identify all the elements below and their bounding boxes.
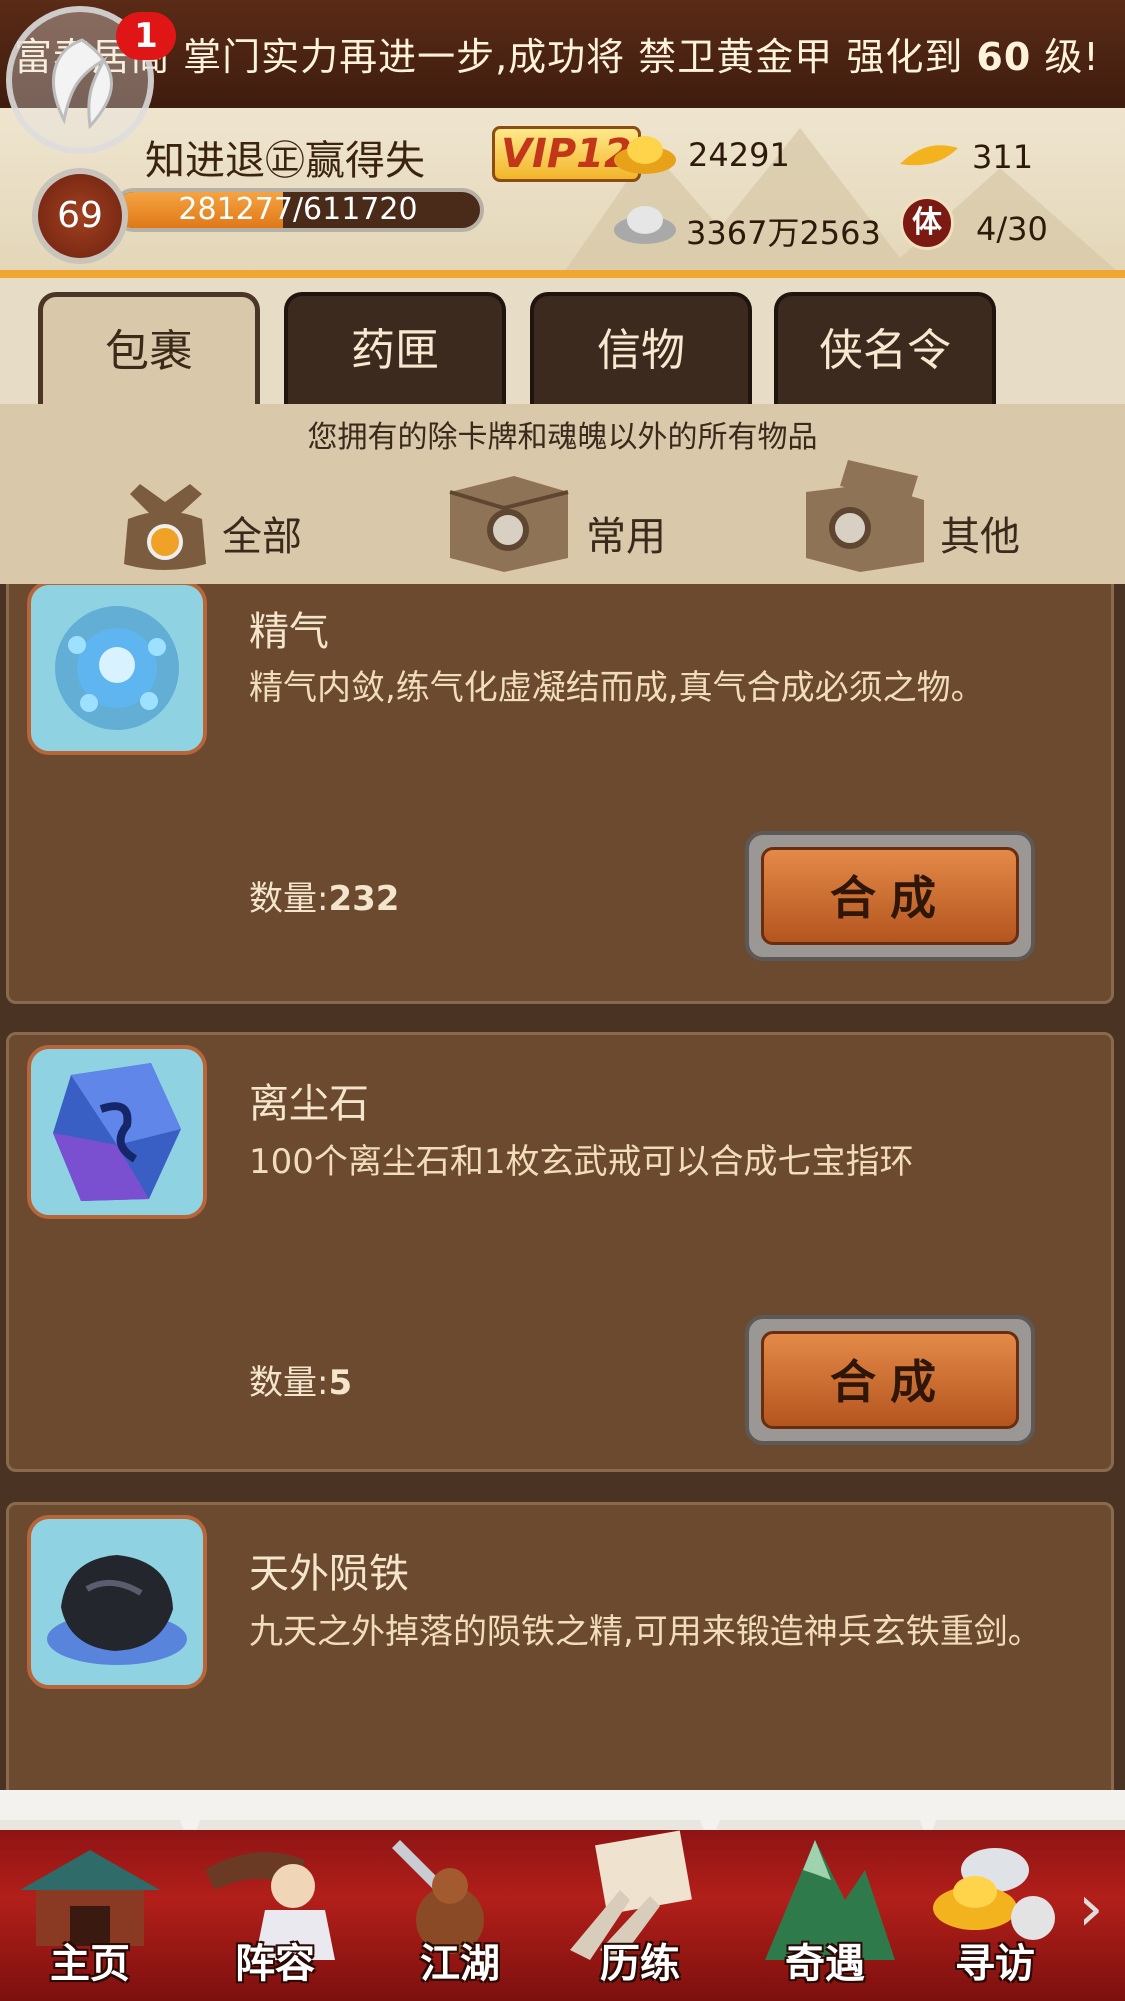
exp-bar: 281277/611720	[112, 188, 484, 232]
nav-more-arrow-icon[interactable]: ›	[1078, 1872, 1104, 1946]
announcement-banner: 富春居阁 掌门实力再进一步,成功将 禁卫黄金甲 强化到 60 级!	[0, 0, 1125, 114]
item-description: 100个离尘石和1枚玄武戒可以合成七宝指环	[249, 1142, 914, 1182]
filter-other[interactable]: 其他	[800, 460, 1040, 574]
item-description: 精气内敛,练气化虚凝结而成,真气合成必须之物。	[249, 668, 985, 708]
item-quantity: 数量:232	[249, 871, 399, 920]
essence-orb-icon	[55, 606, 179, 730]
filter-all-label: 全部	[222, 514, 302, 560]
gold-ingot-icon	[614, 136, 676, 174]
phoenix-emblem-icon	[52, 38, 113, 130]
nav-training[interactable]: 历练	[560, 1830, 720, 2001]
compose-button[interactable]: 合成	[745, 831, 1035, 961]
filter-common[interactable]: 常用	[444, 464, 684, 574]
compose-button[interactable]: 合成	[745, 1315, 1035, 1445]
tab-tokens[interactable]: 信物	[530, 292, 752, 404]
stamina-amount: 4/30	[976, 210, 1048, 248]
nav-training-label: 历练	[600, 1941, 680, 1987]
item-list[interactable]: 精气 精气内敛,练气化虚凝结而成,真气合成必须之物。 数量:232 合成 离尘石…	[0, 584, 1125, 1824]
nav-lineup[interactable]: 阵容	[195, 1830, 355, 2001]
quantity-label: 数量:	[249, 879, 329, 919]
tab-hero-order[interactable]: 侠名令	[774, 292, 996, 404]
item-name: 离尘石	[249, 1081, 369, 1127]
filter-other-label: 其他	[940, 514, 1020, 560]
crystal-stone-icon	[53, 1063, 181, 1201]
item-description: 九天之外掉落的陨铁之精,可用来锻造神兵玄铁重剑。	[249, 1612, 1042, 1652]
filter-all[interactable]: 全部	[110, 464, 320, 574]
compose-button-label: 合成	[761, 847, 1019, 945]
list-item: 天外陨铁 九天之外掉落的陨铁之精,可用来锻造神兵玄铁重剑。	[6, 1502, 1114, 1824]
filter-common-label: 常用	[586, 514, 666, 560]
silver-ingot-icon	[614, 206, 676, 244]
announcement-text: 富春居阁 掌门实力再进一步,成功将 禁卫黄金甲 强化到 60 级!	[14, 26, 1114, 81]
quantity-value: 5	[328, 1363, 353, 1403]
tab-bag[interactable]: 包裹	[38, 292, 260, 408]
item-name: 精气	[249, 609, 329, 655]
gold-leaf-amount: 311	[972, 138, 1034, 176]
gold-amount: 24291	[688, 136, 790, 174]
item-icon-meteorite[interactable]	[27, 1515, 207, 1689]
nav-lineup-label: 阵容	[235, 1941, 315, 1987]
tab-medicine[interactable]: 药匣	[284, 292, 506, 404]
chest-icon	[449, 476, 569, 572]
nav-jianghu[interactable]: 江湖	[380, 1830, 540, 2001]
player-level: 69	[32, 168, 128, 264]
nav-home-label: 主页	[50, 1941, 130, 1987]
nav-home[interactable]: 主页	[10, 1830, 170, 2001]
bag-icon	[124, 484, 206, 570]
quantity-value: 232	[328, 879, 400, 919]
nav-jianghu-label: 江湖	[420, 1941, 500, 1987]
player-name: 知进退㊣赢得失	[145, 138, 425, 184]
list-item: 离尘石 100个离尘石和1枚玄武戒可以合成七宝指环 数量:5 合成	[6, 1032, 1114, 1472]
item-icon-essence[interactable]	[27, 584, 207, 755]
open-box-icon	[806, 460, 924, 572]
bottom-nav: 主页 阵容 江湖 历练 奇遇 寻访 ›	[0, 1830, 1125, 2001]
announcement-suffix: 级!	[1031, 35, 1100, 79]
announcement-level: 60	[976, 35, 1032, 79]
bag-subheader: 您拥有的除卡牌和魂魄以外的所有物品 全部 常用 其他	[0, 404, 1125, 584]
player-panel: 知进退㊣赢得失 VIP12 69 281277/611720 24291 311…	[0, 108, 1125, 278]
stamina-icon: 体	[900, 196, 954, 250]
nav-adventure-label: 奇遇	[785, 1941, 865, 1987]
header-divider	[0, 270, 1125, 278]
nav-visit-label: 寻访	[955, 1941, 1035, 1987]
nav-visit[interactable]: 寻访	[915, 1830, 1075, 2001]
item-quantity: 数量:5	[249, 1355, 352, 1404]
nav-adventure[interactable]: 奇遇	[745, 1830, 905, 2001]
tab-bar: 包裹 药匣 信物 侠名令	[0, 278, 1125, 408]
compose-button-label: 合成	[761, 1331, 1019, 1429]
exp-text: 281277/611720	[178, 192, 418, 227]
announcement-body: 掌门实力再进一步,成功将 禁卫黄金甲 强化到	[170, 35, 977, 79]
gold-leaf-icon	[900, 145, 958, 166]
list-item: 精气 精气内敛,练气化虚凝结而成,真气合成必须之物。 数量:232 合成	[6, 584, 1114, 1004]
item-icon-dust-stone[interactable]	[27, 1045, 207, 1219]
meteorite-icon	[47, 1555, 187, 1665]
bag-hint: 您拥有的除卡牌和魂魄以外的所有物品	[307, 420, 818, 455]
silver-amount: 3367万2563	[686, 214, 881, 252]
notification-badge[interactable]: 1	[116, 12, 176, 60]
item-name: 天外陨铁	[249, 1551, 409, 1597]
quantity-label: 数量:	[249, 1363, 329, 1403]
